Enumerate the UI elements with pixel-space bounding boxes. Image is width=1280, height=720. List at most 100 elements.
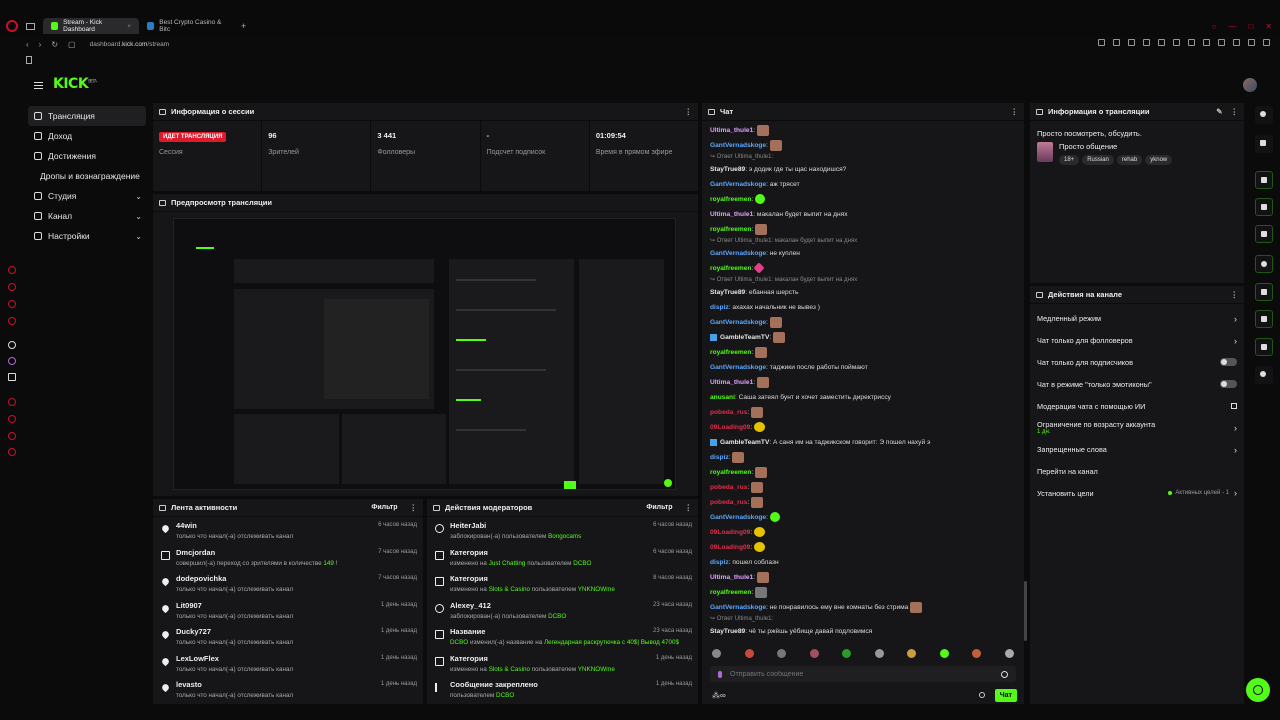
new-tab-icon[interactable]: + [241, 21, 246, 31]
chat-message[interactable]: GantVernadskoge: таджики после работы по… [702, 360, 1024, 375]
reload-icon[interactable]: ↻ [51, 40, 58, 49]
chat-message[interactable]: GambleTeamTV: [702, 330, 1024, 345]
chat-message[interactable]: StayTrue89: э додик где ты щас находишся… [702, 162, 1024, 177]
chat-username[interactable]: GambleTeamTV [720, 439, 769, 446]
send-button[interactable]: Чат [994, 688, 1017, 702]
sidebar-app-icon[interactable] [8, 266, 16, 274]
more-icon[interactable]: ⋮ [1011, 107, 1019, 116]
url-field[interactable]: dashboard.kick.com/stream [90, 41, 169, 48]
list-item[interactable]: Название DCBO изменил(-а) название на Лег… [427, 623, 698, 650]
more-icon[interactable]: ⋮ [410, 503, 418, 512]
sidebar-app-icon[interactable] [8, 300, 16, 308]
channel-option[interactable]: Перейти на канал [1030, 461, 1244, 483]
mail-icon[interactable] [26, 22, 35, 30]
extension-icon[interactable] [1188, 39, 1195, 46]
chat-message[interactable]: Ultima_thule1: [702, 570, 1024, 585]
apps-icon[interactable] [1255, 366, 1273, 384]
filter-button[interactable]: Фильтр [646, 504, 672, 511]
extension-icon[interactable] [1128, 39, 1135, 46]
emote-icon[interactable] [712, 648, 721, 658]
channel-option[interactable]: Установить цели Активных целей - 1 › [1030, 482, 1244, 504]
chat-message[interactable]: GantVernadskoge: не куплен [702, 246, 1024, 261]
chat-username[interactable]: 09Loading09 [710, 544, 750, 551]
channel-option[interactable]: Чат только для подписчиков [1030, 352, 1244, 374]
chat-message[interactable]: dispiz: [702, 450, 1024, 465]
chat-message[interactable]: dispiz: пошел соблазн [702, 555, 1024, 570]
menu-icon[interactable] [34, 82, 43, 89]
emote-icon[interactable] [874, 648, 884, 658]
channel-option[interactable]: Чат в режиме "только эмотиконы" [1030, 373, 1244, 395]
chat-message[interactable]: dispiz: ахахах начальник не вывез ) [702, 300, 1024, 315]
list-item[interactable]: Dmcjordan совершил(-а) переход со зрителя… [153, 544, 423, 571]
chat-username[interactable]: pobeda_rus [710, 499, 747, 506]
list-item[interactable]: LexLowFlex только что начал(-а) отслежива… [153, 650, 423, 677]
emote-icon[interactable] [842, 648, 852, 658]
sidebar-app-icon[interactable] [8, 415, 16, 423]
info-icon[interactable] [1255, 106, 1273, 124]
chat-username[interactable]: pobeda_rus [710, 409, 747, 416]
sidebar-app-icon[interactable] [8, 317, 16, 325]
wireless-icon[interactable] [1255, 283, 1273, 301]
filter-button[interactable]: Фильтр [371, 504, 397, 511]
extension-icon[interactable] [1248, 39, 1255, 46]
chat-username[interactable]: anusani [710, 394, 735, 401]
list-item[interactable]: 44win только что начал(-а) отслеживать ка… [153, 517, 423, 544]
mic-icon[interactable] [718, 670, 722, 678]
pencil-icon[interactable]: ✎ [1216, 107, 1222, 116]
target-icon[interactable] [1255, 171, 1273, 189]
avatar[interactable] [1243, 78, 1257, 92]
sidebar-item-income[interactable]: Доход [28, 126, 146, 146]
chat-message[interactable]: royalfreemen: [702, 261, 1024, 276]
chat-message[interactable]: 09Loading09: [702, 420, 1024, 435]
list-item[interactable]: Alexey_412 заблокирован(-а) пользователем… [427, 597, 698, 624]
extension-icon[interactable] [1203, 39, 1210, 46]
chat-message[interactable]: GantVernadskoge: [702, 510, 1024, 525]
sidebar-app-icon[interactable] [8, 448, 16, 456]
channel-option[interactable]: Медленный режим › [1030, 308, 1244, 330]
chat-scrollbar[interactable] [1024, 581, 1027, 641]
chat-message[interactable]: royalfreemen: [702, 465, 1024, 480]
x-icon[interactable] [8, 373, 16, 381]
help-chat-icon[interactable] [1246, 678, 1270, 702]
more-icon[interactable]: ⋮ [1231, 107, 1239, 116]
more-icon[interactable]: ⋮ [1231, 290, 1239, 299]
chat-message[interactable]: pobeda_rus: [702, 495, 1024, 510]
minimize-icon[interactable]: — [1228, 22, 1236, 31]
list-item[interactable]: Категория изменено на Just Chatting польз… [427, 544, 698, 571]
sidebar-item-studio[interactable]: Студия ⌄ [28, 186, 146, 206]
list-item[interactable]: Сообщение закреплено пользователем DCBO 1 … [427, 676, 698, 703]
chat-username[interactable]: GantVernadskoge [710, 250, 766, 257]
browser-tab-casino[interactable]: Best Crypto Casino & Bitc [139, 18, 235, 34]
list-item[interactable]: dodepovichka только что начал(-а) отслежи… [153, 570, 423, 597]
gear-icon[interactable] [978, 692, 985, 698]
chat-username[interactable]: 09Loading09 [710, 424, 750, 431]
emote-icon[interactable] [809, 648, 819, 658]
chat-message[interactable]: GantVernadskoge: [702, 138, 1024, 153]
chat-username[interactable]: GantVernadskoge [710, 142, 766, 149]
extension-icon[interactable] [1098, 39, 1105, 46]
list-item[interactable]: levasto только что начал(-а) отслеживать … [153, 676, 423, 703]
wrench-icon[interactable] [1255, 338, 1273, 356]
sidebar-item-drops[interactable]: Дропы и вознаграждение [28, 166, 146, 186]
browser-tab-kick[interactable]: Stream - Kick Dashboard × [43, 18, 139, 34]
chat-username[interactable]: Ultima_thule1 [710, 127, 753, 134]
chat-message[interactable]: StayTrue89: чё ты ржёшь уёбище давай под… [702, 624, 1024, 639]
chat-username[interactable]: StayTrue89 [710, 289, 745, 296]
chat-message[interactable]: royalfreemen: [702, 585, 1024, 600]
chat-message[interactable]: anusani: Саша затеял бунт и хочет замест… [702, 390, 1024, 405]
kick-logo[interactable]: KICKBETA [53, 76, 97, 92]
chat-message[interactable]: GantVernadskoge: аж трясет [702, 177, 1024, 192]
sidebar-app-icon[interactable] [8, 432, 16, 440]
chat-username[interactable]: royalfreemen [710, 196, 751, 203]
channel-option[interactable]: Запрещенные слова › [1030, 439, 1244, 461]
emote-icon[interactable] [972, 648, 982, 658]
chat-username[interactable]: dispiz [710, 454, 729, 461]
chat-username[interactable]: royalfreemen [710, 589, 751, 596]
channel-option[interactable]: Чат только для фолловеров › [1030, 330, 1244, 352]
chat-username[interactable]: dispiz [710, 559, 729, 566]
stream-video[interactable] [173, 218, 676, 490]
bookmark-icon[interactable] [26, 56, 32, 64]
chat-message[interactable]: pobeda_rus: [702, 480, 1024, 495]
chat-message[interactable]: GambleTeamTV: А саня им на таджикском го… [702, 435, 1024, 450]
chat-username[interactable]: GantVernadskoge [710, 364, 766, 371]
